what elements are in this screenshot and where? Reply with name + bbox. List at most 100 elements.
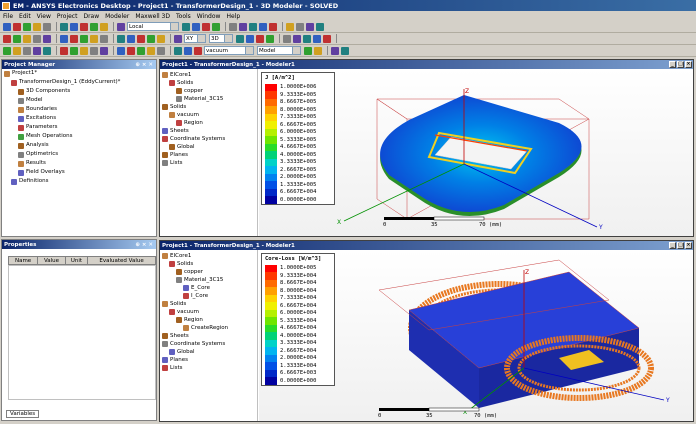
toolbar-tool-icon[interactable] [293, 34, 301, 43]
menu-help[interactable]: Help [226, 13, 240, 20]
tree-node[interactable]: vacuum [162, 111, 257, 119]
minimize-button[interactable]: _ [669, 242, 676, 249]
toolbar-tool-icon[interactable] [174, 46, 182, 55]
tree-node[interactable]: Solids [162, 260, 257, 268]
toolbar-tool-icon[interactable] [286, 22, 294, 31]
toolbar-tool-icon[interactable] [212, 22, 220, 31]
viewport-2[interactable]: Core-Loss [W/m^3] 1.0000E+005 9.3333E+004… [259, 250, 693, 421]
toolbar-tool-icon[interactable] [100, 34, 108, 43]
viewport-1[interactable]: J [A/m^2] 1.0000E+006 9.3333E+005 8.6667E+… [259, 69, 693, 236]
toolbar-tool-icon[interactable] [313, 34, 321, 43]
tree-node[interactable]: I_Core [162, 292, 257, 300]
tree-node[interactable]: Region [162, 119, 257, 127]
toolbar-tool-icon[interactable] [303, 34, 311, 43]
menu-maxwell3d[interactable]: Maxwell 3D [135, 13, 170, 20]
tree-node[interactable]: Definitions [4, 177, 156, 186]
tree-node[interactable]: Lists [162, 159, 257, 167]
toolbar-tool-icon[interactable] [33, 46, 41, 55]
menu-edit[interactable]: Edit [19, 13, 31, 20]
toolbar-tool-icon[interactable] [147, 34, 155, 43]
tree-node[interactable]: EICore1 [162, 252, 257, 260]
toolbar-tool-icon[interactable] [249, 22, 257, 31]
toolbar-tool-icon[interactable] [306, 22, 314, 31]
toolbar-tool-icon[interactable] [229, 22, 237, 31]
toolbar-tool-icon[interactable] [60, 22, 68, 31]
tree-node[interactable]: Global [162, 348, 257, 356]
toolbar-tool-icon[interactable] [43, 22, 51, 31]
toolbar-tool-icon[interactable] [184, 46, 192, 55]
toolbar-tool-icon[interactable] [100, 46, 108, 55]
menu-file[interactable]: File [3, 13, 13, 20]
toolbar-tool-icon[interactable] [117, 22, 125, 31]
tree-node[interactable]: vacuum [162, 308, 257, 316]
toolbar-tool-icon[interactable] [331, 46, 339, 55]
tree-node[interactable]: Sheets [162, 332, 257, 340]
tree-node[interactable]: Solids [162, 79, 257, 87]
menu-view[interactable]: View [37, 13, 51, 20]
maximize-button[interactable]: □ [677, 61, 684, 68]
toolbar-tool-icon[interactable] [80, 34, 88, 43]
toolbar-tool-icon[interactable] [70, 34, 78, 43]
tree-node[interactable]: Parameters [4, 123, 156, 132]
plane-combo[interactable]: XY [184, 34, 206, 43]
toolbar-tool-icon[interactable] [13, 46, 21, 55]
toolbar-tool-icon[interactable] [117, 46, 125, 55]
tree-node[interactable]: copper [162, 268, 257, 276]
toolbar-tool-icon[interactable] [3, 34, 11, 43]
tree-node[interactable]: EICore1 [162, 71, 257, 79]
toolbar-tool-icon[interactable] [296, 22, 304, 31]
menu-project[interactable]: Project [57, 13, 78, 20]
tree-node[interactable]: Model [4, 96, 156, 105]
tree-node[interactable]: Project1* [4, 69, 156, 78]
toolbar-tool-icon[interactable] [283, 34, 291, 43]
toolbar-tool-icon[interactable] [157, 34, 165, 43]
toolbar-tool-icon[interactable] [147, 46, 155, 55]
toolbar-tool-icon[interactable] [43, 34, 51, 43]
col-unit[interactable]: Unit [64, 256, 89, 265]
toolbar-tool-icon[interactable] [33, 22, 41, 31]
toolbar-tool-icon[interactable] [314, 46, 322, 55]
tree-node[interactable]: Coordinate Systems [162, 135, 257, 143]
toolbar-tool-icon[interactable] [33, 34, 41, 43]
toolbar-tool-icon[interactable] [43, 46, 51, 55]
toolbar-tool-icon[interactable] [127, 46, 135, 55]
close-button[interactable]: × [685, 242, 692, 249]
col-name[interactable]: Name [7, 256, 39, 265]
tree-node[interactable]: Coordinate Systems [162, 340, 257, 348]
col-evaluated-value[interactable]: Evaluated Value [87, 256, 156, 265]
tree-node[interactable]: Planes [162, 151, 257, 159]
toolbar-tool-icon[interactable] [90, 22, 98, 31]
toolbar-tool-icon[interactable] [60, 34, 68, 43]
material-combo[interactable]: vacuum [204, 46, 254, 55]
toolbar-tool-icon[interactable] [341, 46, 349, 55]
menu-modeler[interactable]: Modeler [105, 13, 129, 20]
tree-node[interactable]: 3D Components [4, 87, 156, 96]
tree-node[interactable]: Global [162, 143, 257, 151]
tree-node[interactable]: Material_3C15 [162, 95, 257, 103]
toolbar-tool-icon[interactable] [236, 34, 244, 43]
toolbar-tool-icon[interactable] [137, 34, 145, 43]
maximize-button[interactable]: □ [677, 242, 684, 249]
tree-node[interactable]: CreateRegion [162, 324, 257, 332]
toolbar-tool-icon[interactable] [316, 22, 324, 31]
tree-node[interactable]: Field Overlays [4, 168, 156, 177]
menu-window[interactable]: Window [197, 13, 221, 20]
toolbar-tool-icon[interactable] [266, 34, 274, 43]
tree-node[interactable]: Mesh Operations [4, 132, 156, 141]
toolbar-tool-icon[interactable] [239, 22, 247, 31]
menu-draw[interactable]: Draw [83, 13, 99, 20]
toolbar-tool-icon[interactable] [304, 46, 312, 55]
tree-node[interactable]: Solids [162, 103, 257, 111]
tree-node[interactable]: E_Core [162, 284, 257, 292]
toolbar-tool-icon[interactable] [80, 22, 88, 31]
toolbar-tool-icon[interactable] [90, 46, 98, 55]
toolbar-tool-icon[interactable] [182, 22, 190, 31]
tree-node[interactable]: Material_3C15 [162, 276, 257, 284]
toolbar-tool-icon[interactable] [100, 22, 108, 31]
tab-variables[interactable]: Variables [6, 410, 40, 418]
coordinate-system-combo[interactable]: Local [127, 22, 179, 31]
close-button[interactable]: × [685, 61, 692, 68]
toolbar-tool-icon[interactable] [80, 46, 88, 55]
toolbar-tool-icon[interactable] [137, 46, 145, 55]
toolbar-tool-icon[interactable] [90, 34, 98, 43]
